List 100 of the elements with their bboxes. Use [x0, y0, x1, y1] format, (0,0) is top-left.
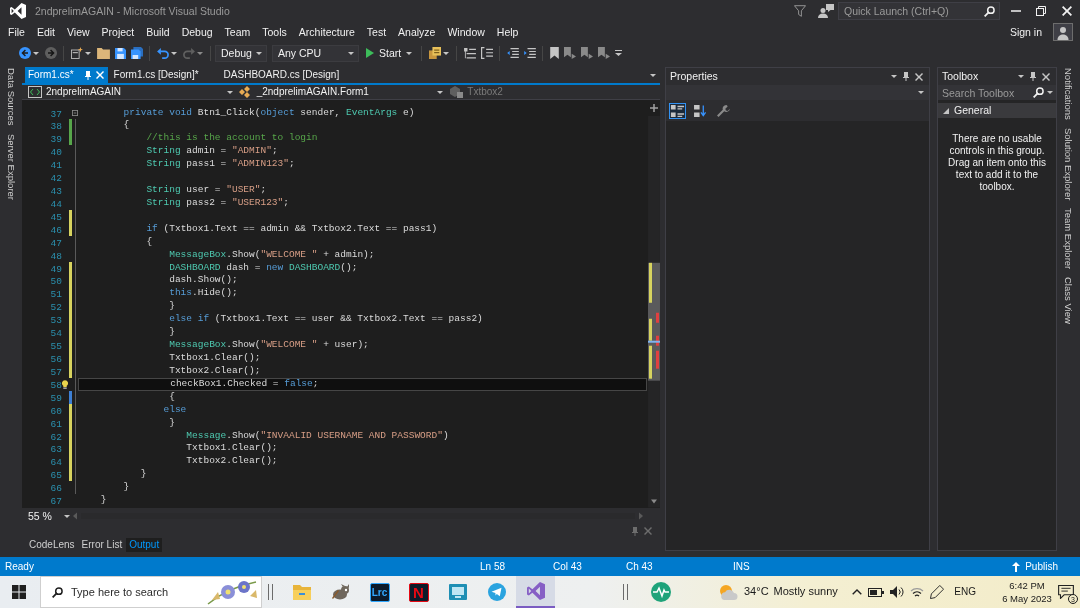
lightbulb-icon[interactable]: [62, 379, 68, 389]
back-arrow-icon[interactable]: [18, 47, 31, 59]
navigation-dropdown[interactable]: 2ndprelimAGAIN: [26, 85, 237, 99]
caret-icon[interactable]: [64, 514, 70, 518]
quick-launch-field[interactable]: Quick Launch (Ctrl+Q): [838, 2, 1000, 20]
caret-icon[interactable]: [256, 51, 262, 55]
caret-icon[interactable]: [406, 51, 413, 55]
caret-icon[interactable]: [85, 51, 91, 55]
side-panel-tab[interactable]: Server Explorer: [5, 133, 17, 200]
document-tab[interactable]: Form1.cs [Design]*: [110, 67, 203, 83]
outdent-icon[interactable]: [506, 48, 519, 58]
navigation-dropdown[interactable]: _2ndprelimAGAIN.Form1: [236, 85, 448, 99]
document-tab[interactable]: DASHBOARD.cs [Design]: [220, 67, 344, 83]
menu-item[interactable]: Debug: [175, 25, 219, 39]
side-panel-tab[interactable]: Class View: [1062, 277, 1075, 325]
caret-icon[interactable]: [1018, 75, 1024, 78]
document-stack-icon[interactable]: [428, 47, 441, 59]
caret-icon[interactable]: [171, 51, 177, 55]
wifi-icon[interactable]: [910, 586, 925, 598]
save-icon[interactable]: [114, 47, 126, 59]
platform-dropdown[interactable]: Any CPU: [272, 44, 359, 62]
caret-icon[interactable]: [891, 75, 897, 78]
menu-item[interactable]: File: [2, 25, 31, 39]
menu-item[interactable]: Edit: [30, 25, 61, 39]
app-tile[interactable]: Lrc: [369, 582, 390, 602]
categorized-view-icon[interactable]: [669, 102, 686, 119]
toolbox-search-field[interactable]: Search Toolbox: [938, 85, 1056, 100]
language-indicator[interactable]: ENG: [954, 586, 976, 598]
panel-tab[interactable]: Output: [126, 537, 163, 552]
vertical-scrollbar[interactable]: [648, 116, 660, 508]
weather-temperature[interactable]: 34°C: [744, 585, 769, 599]
search-icon[interactable]: [52, 586, 63, 598]
side-panel-tab[interactable]: Team Explorer: [1062, 208, 1075, 270]
side-panel-tab[interactable]: Solution Explorer: [1062, 127, 1075, 201]
caret-icon[interactable]: [918, 91, 924, 94]
caret-icon[interactable]: [650, 73, 656, 77]
menu-item[interactable]: Test: [360, 25, 393, 39]
pen-icon[interactable]: [930, 585, 945, 599]
caret-icon[interactable]: [348, 51, 354, 55]
search-icon[interactable]: [1033, 87, 1044, 98]
caret-icon[interactable]: [443, 51, 450, 55]
pin-icon[interactable]: [1030, 72, 1036, 81]
funnel-icon[interactable]: [794, 5, 806, 17]
side-panel-tab[interactable]: Data Sources: [5, 68, 17, 126]
close-icon[interactable]: [915, 72, 923, 81]
alphabetical-sort-icon[interactable]: [694, 104, 707, 117]
clock-date[interactable]: 6 May 2023: [1002, 592, 1052, 605]
menu-item[interactable]: Build: [140, 25, 176, 39]
list-lines-icon[interactable]: [463, 47, 476, 59]
expanded-triangle-icon[interactable]: [943, 107, 949, 114]
pin-icon[interactable]: [903, 72, 909, 81]
account-icon[interactable]: [1053, 23, 1073, 41]
logo-icon[interactable]: [526, 582, 545, 600]
side-panel-tab[interactable]: Notifications: [1062, 68, 1075, 120]
bookmark-icon[interactable]: [549, 47, 559, 59]
paper-plane-icon[interactable]: [487, 583, 506, 601]
battery-icon[interactable]: [868, 587, 885, 597]
undo-icon[interactable]: [156, 47, 169, 59]
folder-icon[interactable]: [96, 47, 110, 59]
document-tab[interactable]: Form1.cs*: [25, 67, 108, 83]
plus-icon[interactable]: [650, 104, 658, 112]
bracket-lines-icon[interactable]: [480, 47, 493, 59]
caret-icon[interactable]: [197, 51, 203, 55]
menu-item[interactable]: Team: [218, 25, 257, 39]
restore-icon[interactable]: [1036, 6, 1046, 16]
monitor-icon[interactable]: [448, 584, 467, 600]
menu-item[interactable]: Help: [490, 25, 525, 39]
configuration-dropdown[interactable]: Debug: [215, 44, 267, 62]
caret-icon[interactable]: [226, 90, 233, 94]
start-button[interactable]: Start: [364, 46, 415, 60]
collapse-icon[interactable]: [72, 109, 78, 116]
close-icon[interactable]: [1062, 6, 1072, 16]
search-icon[interactable]: [984, 5, 995, 17]
save-all-icon[interactable]: [130, 47, 143, 59]
app-tile[interactable]: N: [408, 582, 429, 602]
menu-item[interactable]: Analyze: [392, 25, 442, 39]
publish-button[interactable]: Publish: [1012, 560, 1058, 573]
animal-mascot-icon[interactable]: [330, 584, 351, 600]
panel-tab[interactable]: Error List: [78, 537, 126, 552]
caret-icon[interactable]: [1047, 91, 1053, 94]
chevron-up-icon[interactable]: [852, 589, 863, 595]
pin-icon[interactable]: [84, 70, 91, 80]
menu-item[interactable]: Project: [95, 25, 141, 39]
caret-icon[interactable]: [437, 90, 444, 94]
toolbox-group-header[interactable]: General: [938, 103, 1056, 118]
horizontal-scrollbar[interactable]: [73, 511, 643, 521]
caret-icon[interactable]: [33, 51, 39, 55]
clock-time[interactable]: 6:42 PM: [1009, 579, 1045, 592]
speaker-icon[interactable]: [890, 586, 905, 598]
insert-mode-indicator[interactable]: INS: [733, 560, 750, 573]
zoom-dropdown[interactable]: 55 %: [23, 509, 73, 523]
heartbeat-icon[interactable]: [650, 582, 671, 602]
menu-item[interactable]: Tools: [256, 25, 293, 39]
taskbar-search-field[interactable]: Type here to search: [40, 576, 262, 608]
new-project-icon[interactable]: [70, 47, 83, 59]
sign-in-link[interactable]: Sign in: [1009, 25, 1042, 39]
feedback-icon[interactable]: [818, 4, 834, 18]
indent-icon[interactable]: [523, 48, 536, 58]
close-icon[interactable]: [1042, 72, 1050, 81]
menu-item[interactable]: Architecture: [292, 25, 361, 39]
